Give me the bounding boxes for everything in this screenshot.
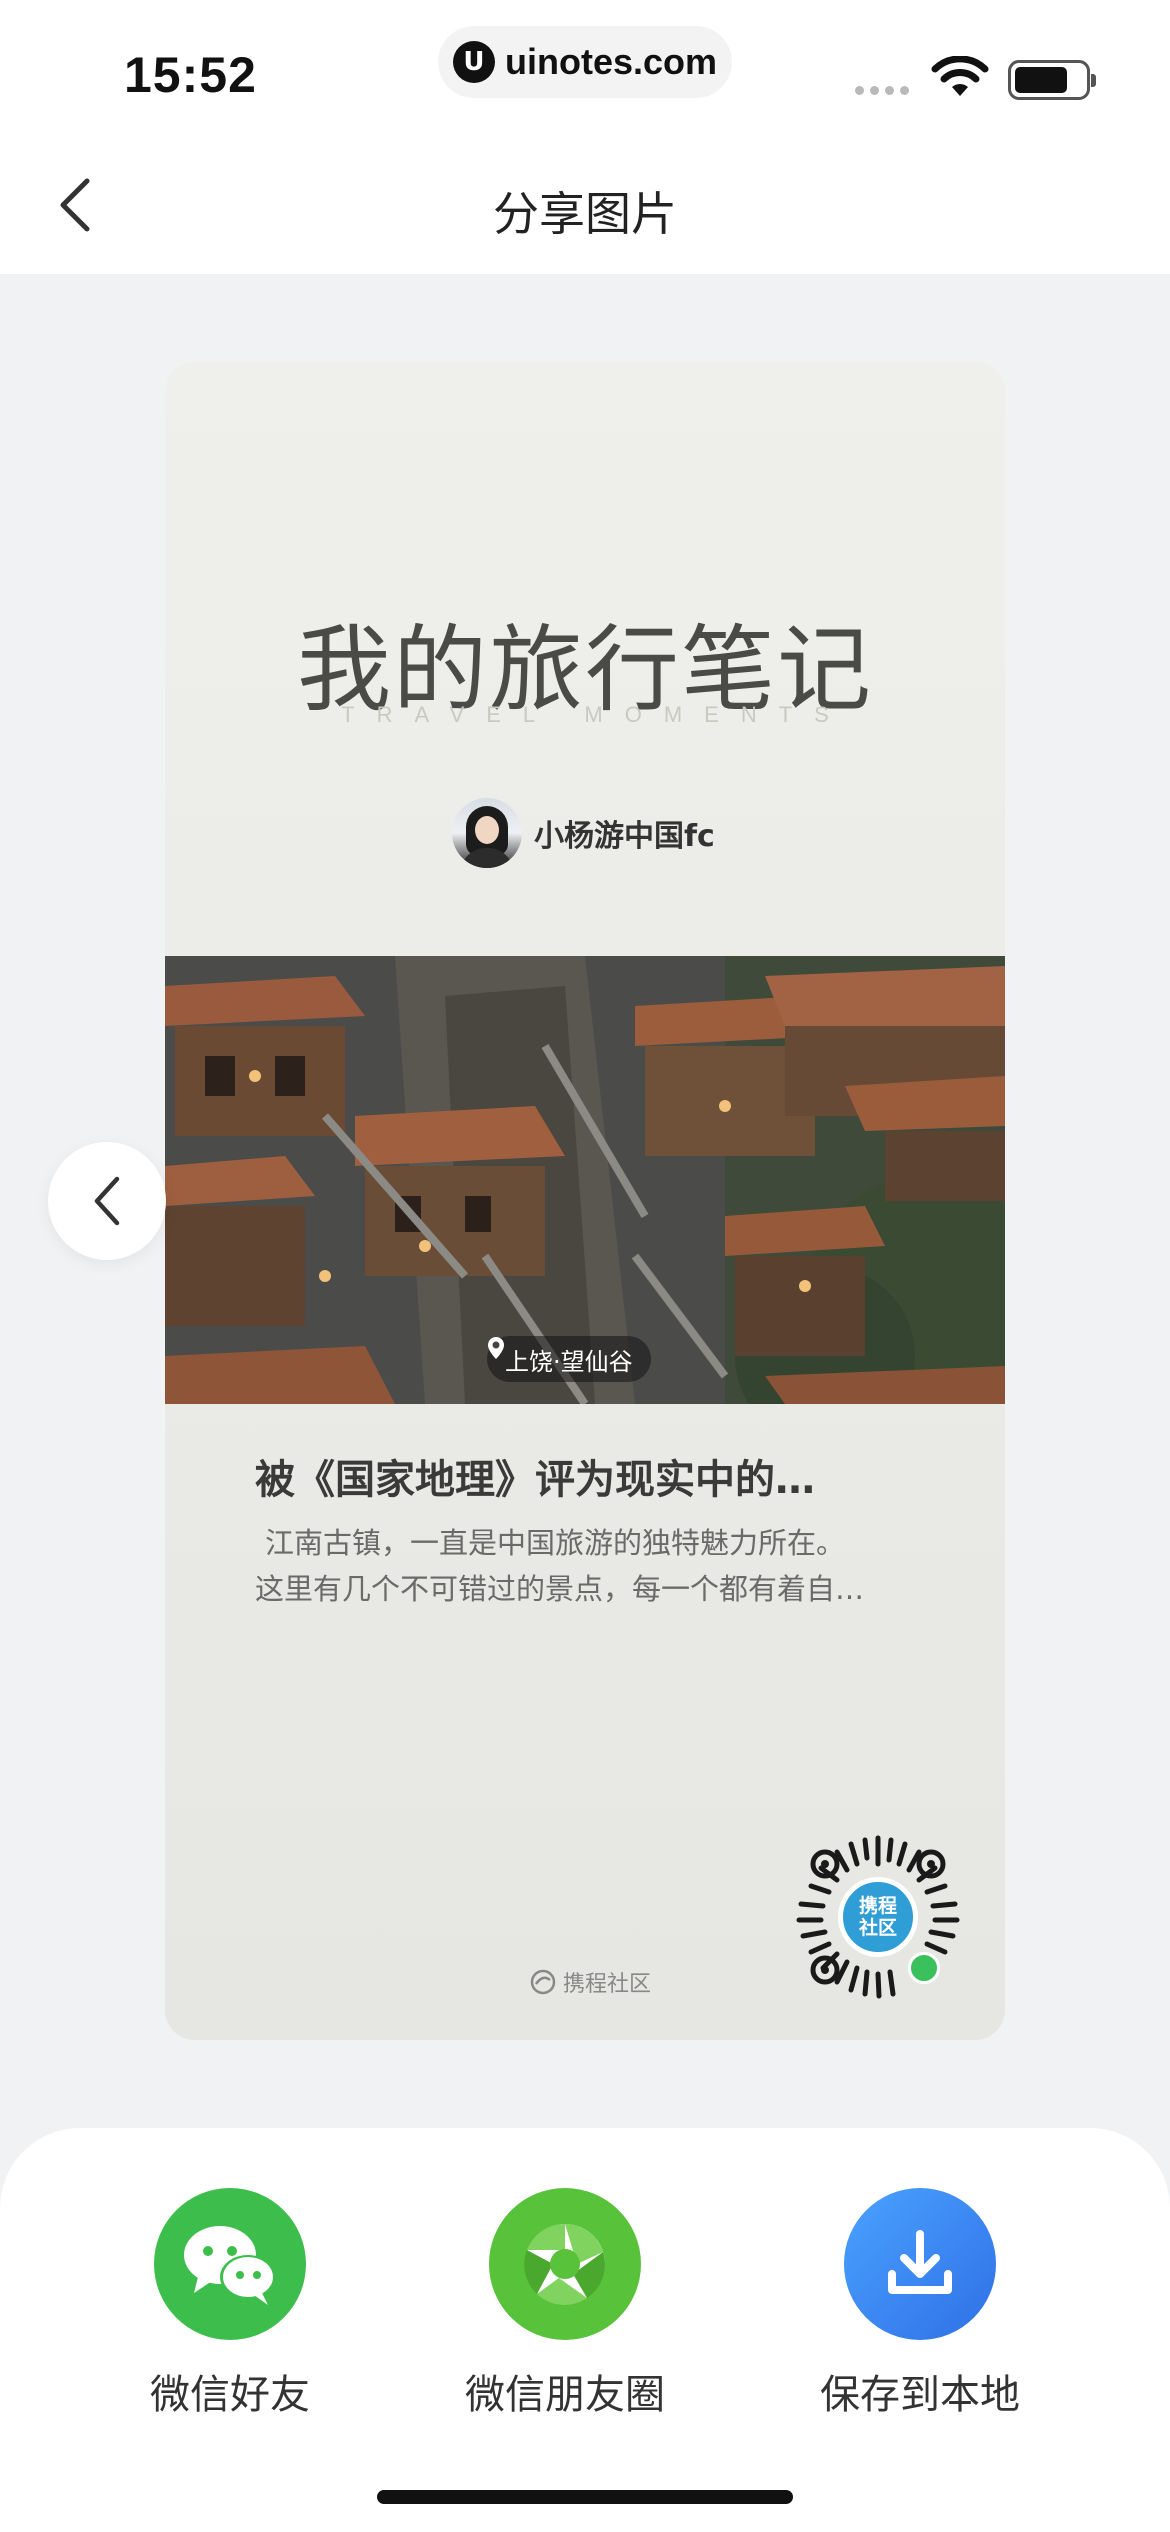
download-icon [844, 2188, 996, 2340]
cover-photo: 上饶·望仙谷 [165, 956, 1005, 1404]
save-to-local-button[interactable]: 保存到本地 [800, 2188, 1040, 2420]
url-text: uinotes.com [504, 41, 718, 82]
moments-icon [489, 2188, 641, 2340]
qr-code: 携程 社区 [795, 1834, 961, 2000]
post-excerpt: 江南古镇，一直是中国旅游的独特魅力所在。 这里有几个不可错过的景点，每一个都有着… [255, 1520, 935, 1612]
share-wechat-friend-button[interactable]: 微信好友 [110, 2188, 350, 2420]
home-indicator [377, 2490, 793, 2504]
share-label: 微信朋友圈 [465, 2372, 665, 2418]
location-pin-icon [488, 1337, 504, 1359]
share-moments-button[interactable]: 微信朋友圈 [445, 2188, 685, 2420]
previous-template-button[interactable] [48, 1142, 166, 1260]
card-subtitle: TRAVEL MOMENTS [341, 702, 851, 727]
location-text: 上饶·望仙谷 [505, 1347, 633, 1376]
qr-label-line2: 社区 [858, 1917, 897, 1939]
excerpt-line: 这里有几个不可错过的景点，每一个都有着自… [255, 1572, 865, 1606]
avatar [452, 798, 522, 868]
qr-center-badge: 携程 社区 [838, 1877, 918, 1957]
brand-text: 携程社区 [563, 1972, 652, 1997]
author-info: 小杨游中国fc [452, 798, 715, 868]
brand-mark: 携程社区 [529, 1966, 651, 1998]
share-label: 微信好友 [150, 2372, 310, 2418]
ctrip-logo-icon [530, 1969, 556, 1995]
location-badge: 上饶·望仙谷 [487, 1336, 651, 1382]
status-bar: 15:52 U uinotes.com [0, 0, 1170, 140]
excerpt-line: 江南古镇，一直是中国旅游的独特魅力所在。 [265, 1526, 846, 1560]
chevron-left-icon [94, 1176, 120, 1226]
cellular-signal-icon [855, 86, 909, 95]
url-pill[interactable]: U uinotes.com [438, 26, 732, 98]
wechat-icon [154, 2188, 306, 2340]
share-card-preview: 我的旅行笔记 TRAVEL MOMENTS 小杨游中国fc 上饶·望仙谷 被《国… [165, 362, 1005, 2040]
battery-icon [1008, 60, 1096, 100]
page-title: 分享图片 [493, 187, 677, 241]
wifi-icon [931, 56, 989, 96]
site-logo-icon: U [452, 41, 495, 83]
status-time: 15:52 [124, 47, 257, 103]
share-sheet: 微信好友 微信朋友圈 保存到本地 [0, 2128, 1170, 2532]
author-name: 小杨游中国fc [534, 819, 715, 854]
qr-label-line1: 携程 [858, 1895, 897, 1917]
mini-program-icon [908, 1952, 940, 1984]
nav-header: 分享图片 [0, 140, 1170, 274]
post-title: 被《国家地理》评为现实中的… [255, 1457, 815, 1503]
share-label: 保存到本地 [820, 2372, 1020, 2418]
